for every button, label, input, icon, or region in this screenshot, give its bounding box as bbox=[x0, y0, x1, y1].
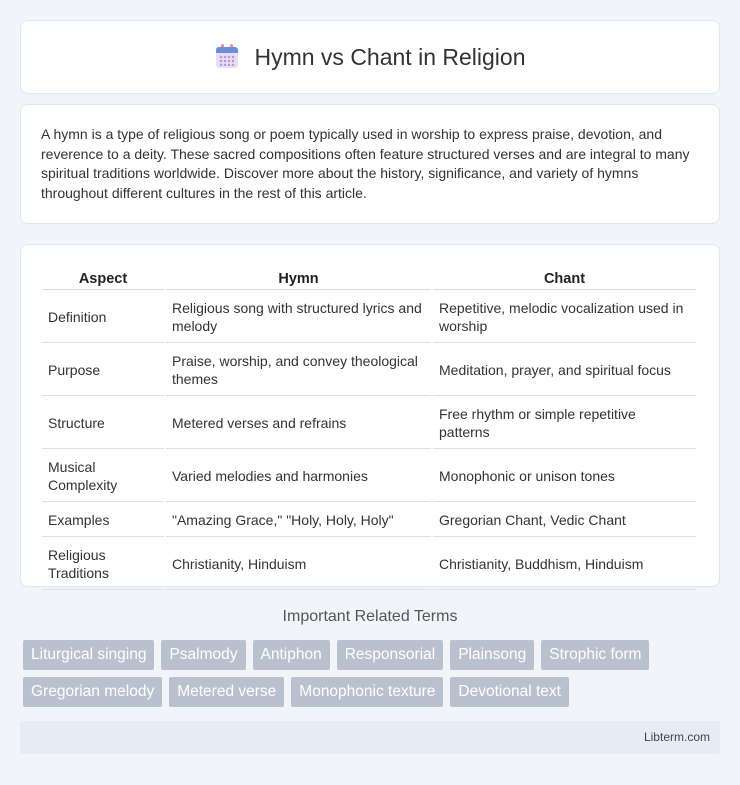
tag-responsorial[interactable]: Responsorial bbox=[336, 640, 444, 670]
table-row: Musical Complexity Varied melodies and h… bbox=[42, 451, 696, 502]
column-header-chant: Chant bbox=[433, 265, 696, 290]
header-card: Hymn vs Chant in Religion bbox=[20, 20, 720, 94]
table-cell: Meditation, prayer, and spiritual focus bbox=[433, 345, 696, 396]
comparison-table: Aspect Hymn Chant Definition Religious s… bbox=[40, 263, 698, 592]
table-cell: Repetitive, melodic vocalization used in… bbox=[433, 292, 696, 343]
table-cell: Praise, worship, and convey theological … bbox=[166, 345, 431, 396]
table-cell: Structure bbox=[42, 398, 164, 449]
tag-devotional-text[interactable]: Devotional text bbox=[450, 677, 569, 707]
table-cell: Examples bbox=[42, 504, 164, 537]
intro-card: A hymn is a type of religious song or po… bbox=[20, 104, 720, 224]
related-terms-title: Important Related Terms bbox=[282, 608, 458, 625]
table-cell: Metered verses and refrains bbox=[166, 398, 431, 449]
table-cell: Definition bbox=[42, 292, 164, 343]
tag-plainsong[interactable]: Plainsong bbox=[450, 640, 535, 670]
table-row: Structure Metered verses and refrains Fr… bbox=[42, 398, 696, 449]
tag-liturgical-singing[interactable]: Liturgical singing bbox=[23, 640, 155, 670]
table-cell: Christianity, Hinduism bbox=[166, 539, 431, 590]
column-header-aspect: Aspect bbox=[42, 265, 164, 290]
table-cell: "Amazing Grace," "Holy, Holy, Holy" bbox=[166, 504, 431, 537]
page-title: Hymn vs Chant in Religion bbox=[254, 43, 526, 70]
table-cell: Monophonic or unison tones bbox=[433, 451, 696, 502]
table-cell: Religious song with structured lyrics an… bbox=[166, 292, 431, 343]
table-cell: Gregorian Chant, Vedic Chant bbox=[433, 504, 696, 537]
tag-psalmody[interactable]: Psalmody bbox=[161, 640, 246, 670]
intro-text: A hymn is a type of religious song or po… bbox=[41, 126, 690, 201]
table-cell: Varied melodies and harmonies bbox=[166, 451, 431, 502]
tag-monophonic-texture[interactable]: Monophonic texture bbox=[291, 677, 444, 707]
tag-antiphon[interactable]: Antiphon bbox=[252, 640, 330, 670]
table-row: Religious Traditions Christianity, Hindu… bbox=[42, 539, 696, 590]
tag-gregorian-melody[interactable]: Gregorian melody bbox=[23, 677, 163, 707]
footer: Libterm.com bbox=[20, 721, 720, 754]
table-row: Purpose Praise, worship, and convey theo… bbox=[42, 345, 696, 396]
table-cell: Free rhythm or simple repetitive pattern… bbox=[433, 398, 696, 449]
calendar-icon bbox=[214, 44, 240, 70]
tag-strophic-form[interactable]: Strophic form bbox=[541, 640, 650, 670]
comparison-card: Aspect Hymn Chant Definition Religious s… bbox=[20, 244, 720, 590]
related-terms-list: Liturgical singing Psalmody Antiphon Res… bbox=[23, 640, 723, 707]
column-header-hymn: Hymn bbox=[166, 265, 431, 290]
table-row: Definition Religious song with structure… bbox=[42, 292, 696, 343]
table-cell: Musical Complexity bbox=[42, 451, 164, 502]
table-row: Examples "Amazing Grace," "Holy, Holy, H… bbox=[42, 504, 696, 537]
table-cell: Christianity, Buddhism, Hinduism bbox=[433, 539, 696, 590]
table-header-row: Aspect Hymn Chant bbox=[42, 265, 696, 290]
table-cell: Purpose bbox=[42, 345, 164, 396]
table-cell: Religious Traditions bbox=[42, 539, 164, 590]
tag-metered-verse[interactable]: Metered verse bbox=[169, 677, 285, 707]
footer-site-link[interactable]: Libterm.com bbox=[644, 730, 710, 744]
